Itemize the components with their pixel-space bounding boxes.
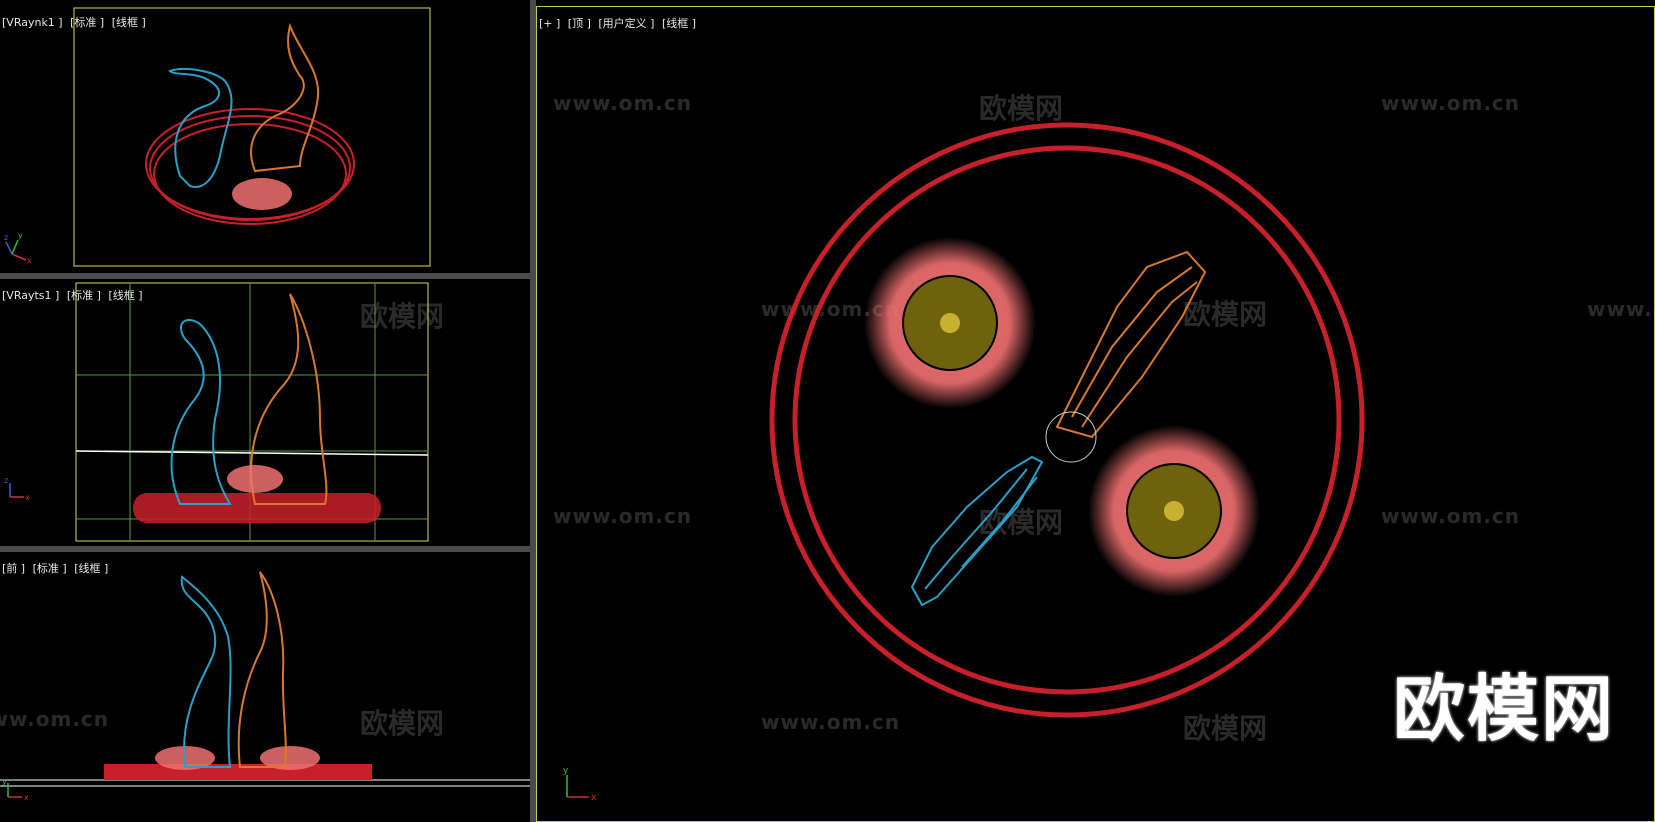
cyan-sculpture-top <box>910 455 1044 607</box>
pink-scatter-top-left <box>864 237 1036 409</box>
pink-scatter-bottom-right <box>1088 425 1260 597</box>
orange-sculpture <box>237 571 287 768</box>
cyan-sculpture <box>170 319 232 505</box>
axis-y-label: y <box>18 231 23 240</box>
outer-red-ring <box>769 122 1365 718</box>
cyan-sculpture <box>168 68 233 188</box>
red-base <box>104 764 372 780</box>
axis-gizmo <box>9 483 24 498</box>
camera-safe-frame <box>73 7 431 267</box>
axis-z-label: z <box>4 476 8 485</box>
axis-y-label: y <box>563 766 569 776</box>
viewport-canvas-front: x y <box>0 571 530 802</box>
inner-red-ring <box>792 145 1342 695</box>
axis-gizmo <box>566 775 589 798</box>
axis-gizmo <box>5 239 27 261</box>
axis-x-label: x <box>591 793 597 803</box>
axis-x-label: x <box>27 256 32 265</box>
viewport-vrayts1[interactable]: [VRayts1 ] [标准 ] [线框 ] 欧模网 x z <box>0 279 530 546</box>
axis-gizmo <box>7 783 22 798</box>
red-base <box>133 493 381 523</box>
pink-scatter-mound <box>227 465 283 493</box>
axis-y-label: y <box>2 777 7 786</box>
axis-x-label: x <box>25 493 30 502</box>
axis-z-label: z <box>4 233 8 242</box>
orange-sculpture <box>250 22 320 173</box>
orange-sculpture-top <box>1055 250 1207 439</box>
viewport-canvas-vrayts1: x z <box>4 282 429 542</box>
axis-x-label: x <box>24 793 29 802</box>
viewport-vraynk1[interactable]: [VRaynk1 ] [标准 ] [线框 ] x y z <box>0 6 530 273</box>
pink-scatter-mound <box>232 178 292 210</box>
brand-logo: 欧模网 <box>1393 667 1616 751</box>
viewport-canvas-vraynk1: x y z <box>4 7 431 267</box>
viewport-front[interactable]: [前 ] [标准 ] [线框 ] www.om.cn 欧模网 x y <box>0 552 530 822</box>
cyan-sculpture <box>180 575 232 768</box>
